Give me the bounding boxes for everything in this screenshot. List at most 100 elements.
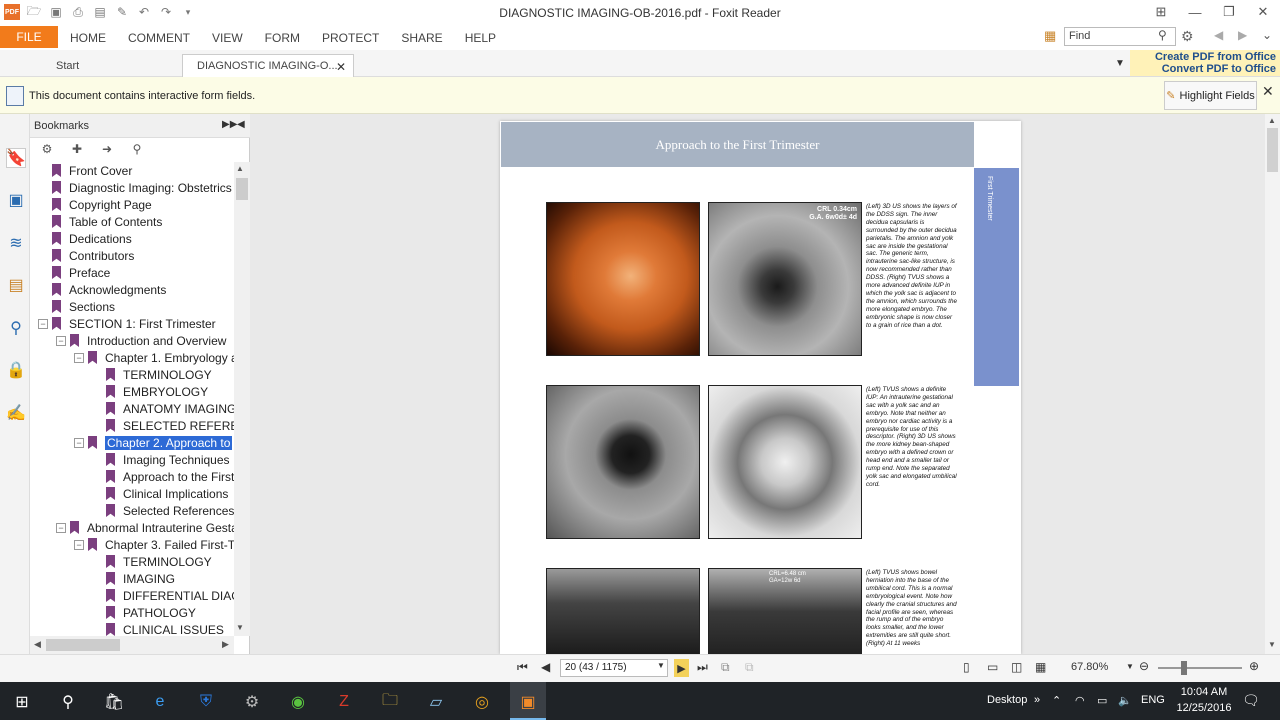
bookmark-item[interactable]: Chapter 2. Approach to [88,434,233,451]
bookmark-item[interactable]: Approach to the First [106,468,234,485]
bookmarks-scroll-thumb[interactable] [236,178,248,200]
add-bookmark-icon[interactable]: ✚ [70,142,84,156]
bookmark-item[interactable]: Chapter 1. Embryology a [88,349,234,366]
edge-browser-icon[interactable]: e [148,690,172,714]
notepad-icon[interactable]: ▱ [424,690,448,714]
highlight-fields-button[interactable]: ✎ Highlight Fields [1164,81,1257,110]
continuous-facing-icon[interactable]: ▦ [1035,660,1046,674]
bookmark-item[interactable]: Abnormal Intrauterine Gesta [70,519,234,536]
zoom-level[interactable]: 67.80% [1071,661,1108,673]
bookmark-item[interactable]: Clinical Implications [106,485,228,502]
tree-toggle-icon[interactable]: − [56,336,66,346]
doc-scroll-down-icon[interactable]: ▼ [1268,640,1276,649]
file-tab[interactable]: FILE [0,26,58,48]
zoom-out-icon[interactable]: ⊖ [1139,659,1149,673]
bookmark-item[interactable]: TERMINOLOGY [106,366,212,383]
tab-home[interactable]: HOME [70,31,106,45]
bookmark-item[interactable]: Imaging Techniques [106,451,230,468]
document-vertical-scrollbar[interactable] [1265,114,1280,654]
bookmark-item[interactable]: Contributors [52,247,134,264]
notifications-icon[interactable]: 🗨 [1242,692,1260,709]
tab-document[interactable]: DIAGNOSTIC IMAGING-O... [182,54,354,77]
volume-icon[interactable]: 🔈 [1118,694,1132,707]
find-options-icon[interactable]: ▦ [1044,28,1056,44]
desktop-toolbar-label[interactable]: Desktop [987,694,1027,706]
expand-bookmark-icon[interactable]: ➜ [100,142,114,156]
close-tab-icon[interactable]: ✕ [336,60,346,74]
zoom-slider[interactable] [1158,667,1242,669]
bookmark-item[interactable]: DIFFERENTIAL DIAGN [106,587,234,604]
last-page-icon[interactable]: ⏭ [697,660,708,675]
scroll-left-icon[interactable]: ◀ [34,639,41,650]
next-page-button[interactable]: ▶ [674,659,689,677]
bookmark-item[interactable]: SELECTED REFERENC [106,417,234,434]
next-view-icon[interactable]: ⧉ [745,660,754,675]
grid-icon[interactable]: ⊞ [1144,0,1178,24]
tray-overflow-icon[interactable]: ⌃ [1052,694,1061,707]
tab-protect[interactable]: PROTECT [322,31,379,45]
file-explorer-icon[interactable]: 🗀 [378,690,402,714]
zoom-dropdown-icon[interactable]: ▼ [1126,662,1134,671]
tree-toggle-icon[interactable]: − [74,353,84,363]
close-notice-icon[interactable]: ✕ [1262,83,1274,100]
bookmark-item[interactable]: TERMINOLOGY [106,553,212,570]
next-view-icon[interactable]: ▶ [1238,28,1247,42]
previous-view-icon[interactable]: ⧉ [721,660,730,675]
bookmark-item[interactable]: SECTION 1: First Trimester [52,315,216,332]
bookmark-panel-icon[interactable]: 🔖 [6,148,26,168]
bookmark-item[interactable]: Table of Contents [52,213,162,230]
zoom-in-icon[interactable]: ⊕ [1249,659,1259,673]
tab-form[interactable]: FORM [265,31,300,45]
first-page-icon[interactable]: ⏮ [517,660,528,675]
scroll-up-icon[interactable]: ▲ [236,164,244,173]
chrome-icon[interactable]: ◎ [470,690,494,714]
collapse-panel-icon[interactable]: ◀ [237,119,245,130]
single-page-icon[interactable]: ▯ [963,660,970,674]
network-icon[interactable]: ◠ [1075,694,1085,707]
attachments-panel-icon[interactable]: ⚲ [6,318,26,338]
ribbon-collapse-icon[interactable]: ⌄ [1262,28,1272,42]
search-icon[interactable]: ⚲ [1158,28,1167,42]
promo-banner[interactable]: Create PDF from Office Convert PDF to Of… [1130,50,1280,76]
signature-panel-icon[interactable]: ✍ [6,403,26,423]
tree-toggle-icon[interactable]: − [74,540,84,550]
defender-shield-icon[interactable]: ⛨ [194,690,218,714]
bookmarks-vertical-scrollbar[interactable] [234,162,250,636]
filezilla-icon[interactable]: Z [332,690,356,714]
expand-panel-icon[interactable]: ▶▶ [222,119,237,130]
bookmark-item[interactable]: Front Cover [52,162,132,179]
bookmark-item[interactable]: EMBRYOLOGY [106,383,208,400]
bookmark-item[interactable]: Copyright Page [52,196,152,213]
bookmark-item[interactable]: Diagnostic Imaging: Obstetrics [52,179,232,196]
store-icon[interactable]: 🛍 [102,690,126,714]
clock-time[interactable]: 10:04 AM [1176,686,1232,698]
gear-icon[interactable]: ⚙ [1181,28,1194,45]
prev-page-icon[interactable]: ◀ [541,660,550,674]
tree-toggle-icon[interactable]: − [74,438,84,448]
scroll-right-icon[interactable]: ▶ [222,639,229,650]
bookmark-item[interactable]: Acknowledgments [52,281,166,298]
find-bookmark-icon[interactable]: ⚲ [130,142,144,156]
clock-date[interactable]: 12/25/2016 [1172,702,1236,714]
minimize-icon[interactable]: — [1178,0,1212,24]
tab-comment[interactable]: COMMENT [128,31,190,45]
bookmark-item[interactable]: ANATOMY IMAGING [106,400,234,417]
pages-panel-icon[interactable]: ▣ [6,190,26,210]
restore-icon[interactable]: ❐ [1212,0,1246,24]
bookmark-options-icon[interactable]: ⚙ [40,142,54,156]
app-icon[interactable]: ⚙ [240,690,264,714]
language-indicator[interactable]: ENG [1141,694,1165,706]
tab-help[interactable]: HELP [465,31,496,45]
tab-view[interactable]: VIEW [212,31,243,45]
security-panel-icon[interactable]: 🔒 [6,360,26,380]
bookmarks-hscroll-thumb[interactable] [46,639,120,651]
document-scroll-thumb[interactable] [1267,128,1278,172]
prev-view-icon[interactable]: ◀ [1214,28,1223,42]
tab-list-dropdown-icon[interactable]: ▼ [1115,58,1125,69]
windows-start-icon[interactable]: ⊞ [10,690,34,714]
tab-share[interactable]: SHARE [401,31,442,45]
bookmark-item[interactable]: Chapter 3. Failed First-Tr [88,536,234,553]
toolbar-chevron-icon[interactable]: » [1034,694,1040,706]
comments-panel-icon[interactable]: ▤ [6,275,26,295]
tab-start[interactable]: Start [38,56,182,76]
